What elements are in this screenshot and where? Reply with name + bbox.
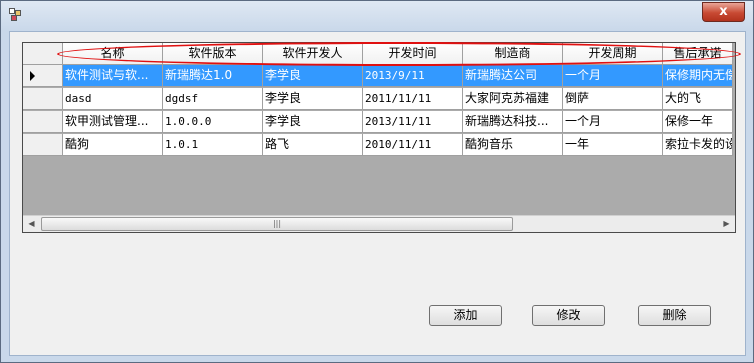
table-cell[interactable]: 大的飞 <box>663 88 733 110</box>
column-header[interactable]: 名称 <box>63 43 163 65</box>
column-header[interactable]: 软件版本 <box>163 43 263 65</box>
scroll-thumb[interactable]: ||| <box>41 217 513 231</box>
table-row[interactable]: 软甲测试管理... 1.0.0.0 李学良 2013/11/11 新瑞腾达科技... 一个… <box>23 111 733 133</box>
grid-corner-cell[interactable] <box>23 43 63 65</box>
horizontal-scrollbar[interactable]: ◀ ||| ▶ <box>23 215 735 232</box>
table-cell[interactable]: 一个月 <box>563 111 663 133</box>
table-cell[interactable]: 倒萨 <box>563 88 663 110</box>
table-cell[interactable]: dasd <box>63 88 163 110</box>
table-cell[interactable]: 软件测试与软... <box>63 65 163 87</box>
table-cell[interactable]: 新瑞腾达科技... <box>463 111 563 133</box>
table-cell[interactable]: 2013/11/11 <box>363 111 463 133</box>
column-header[interactable]: 开发周期 <box>563 43 663 65</box>
row-header[interactable] <box>23 88 63 110</box>
current-row-arrow-icon <box>30 71 35 81</box>
edit-button[interactable]: 修改 <box>532 305 605 326</box>
table-row[interactable]: 软件测试与软... 新瑞腾达1.0 李学良 2013/9/11 新瑞腾达公司 一个月 保修期… <box>23 65 733 87</box>
close-button[interactable]: x <box>702 2 745 22</box>
table-cell[interactable]: 保修期内无偿 <box>663 65 733 87</box>
title-bar[interactable]: x <box>1 1 753 29</box>
delete-button[interactable]: 删除 <box>638 305 711 326</box>
table-cell[interactable]: 大家阿克苏福建 <box>463 88 563 110</box>
table-cell[interactable]: 李学良 <box>263 88 363 110</box>
row-header[interactable] <box>23 111 63 133</box>
table-cell[interactable]: 2011/11/11 <box>363 88 463 110</box>
scroll-right-icon[interactable]: ▶ <box>718 216 735 232</box>
table-cell[interactable]: 新瑞腾达1.0 <box>163 65 263 87</box>
table-cell[interactable]: 2013/9/11 <box>363 65 463 87</box>
table-cell[interactable]: 1.0.0.0 <box>163 111 263 133</box>
row-header[interactable] <box>23 65 63 87</box>
column-header[interactable]: 售后承诺 <box>663 43 733 65</box>
table-cell[interactable]: 酷狗音乐 <box>463 134 563 156</box>
table-cell[interactable]: 李学良 <box>263 111 363 133</box>
table-cell[interactable]: 保修一年 <box>663 111 733 133</box>
table-row[interactable]: dasd dgdsf 李学良 2011/11/11 大家阿克苏福建 倒萨 大的飞 <box>23 88 733 110</box>
table-cell[interactable]: 路飞 <box>263 134 363 156</box>
grid-header-row: 名称 软件版本 软件开发人 开发时间 制造商 开发周期 售后承诺 <box>23 43 733 65</box>
main-window: x 名称 软件版本 软件开发人 开发时间 制造商 开发周期 售后承诺 软件测试与软... 新瑞腾… <box>0 0 754 363</box>
table-cell[interactable]: 1.0.1 <box>163 134 263 156</box>
grid-body: 名称 软件版本 软件开发人 开发时间 制造商 开发周期 售后承诺 软件测试与软... 新瑞腾达1… <box>23 43 735 216</box>
table-cell[interactable]: 2010/11/11 <box>363 134 463 156</box>
row-header[interactable] <box>23 134 63 156</box>
table-cell[interactable]: 一个月 <box>563 65 663 87</box>
table-cell[interactable]: 新瑞腾达公司 <box>463 65 563 87</box>
table-cell[interactable]: 一年 <box>563 134 663 156</box>
table-cell[interactable]: 索拉卡发的设 <box>663 134 733 156</box>
table-row[interactable]: 酷狗 1.0.1 路飞 2010/11/11 酷狗音乐 一年 索拉卡发的设 <box>23 134 733 156</box>
add-button[interactable]: 添加 <box>429 305 502 326</box>
column-header[interactable]: 制造商 <box>463 43 563 65</box>
form-client-area: 名称 软件版本 软件开发人 开发时间 制造商 开发周期 售后承诺 软件测试与软... 新瑞腾达1… <box>9 31 746 356</box>
app-icon <box>9 8 23 22</box>
scroll-left-icon[interactable]: ◀ <box>23 216 40 232</box>
column-header[interactable]: 软件开发人 <box>263 43 363 65</box>
data-grid[interactable]: 名称 软件版本 软件开发人 开发时间 制造商 开发周期 售后承诺 软件测试与软... 新瑞腾达1… <box>22 42 736 233</box>
table-cell[interactable]: dgdsf <box>163 88 263 110</box>
table-cell[interactable]: 李学良 <box>263 65 363 87</box>
table-cell[interactable]: 酷狗 <box>63 134 163 156</box>
table-cell[interactable]: 软甲测试管理... <box>63 111 163 133</box>
column-header[interactable]: 开发时间 <box>363 43 463 65</box>
